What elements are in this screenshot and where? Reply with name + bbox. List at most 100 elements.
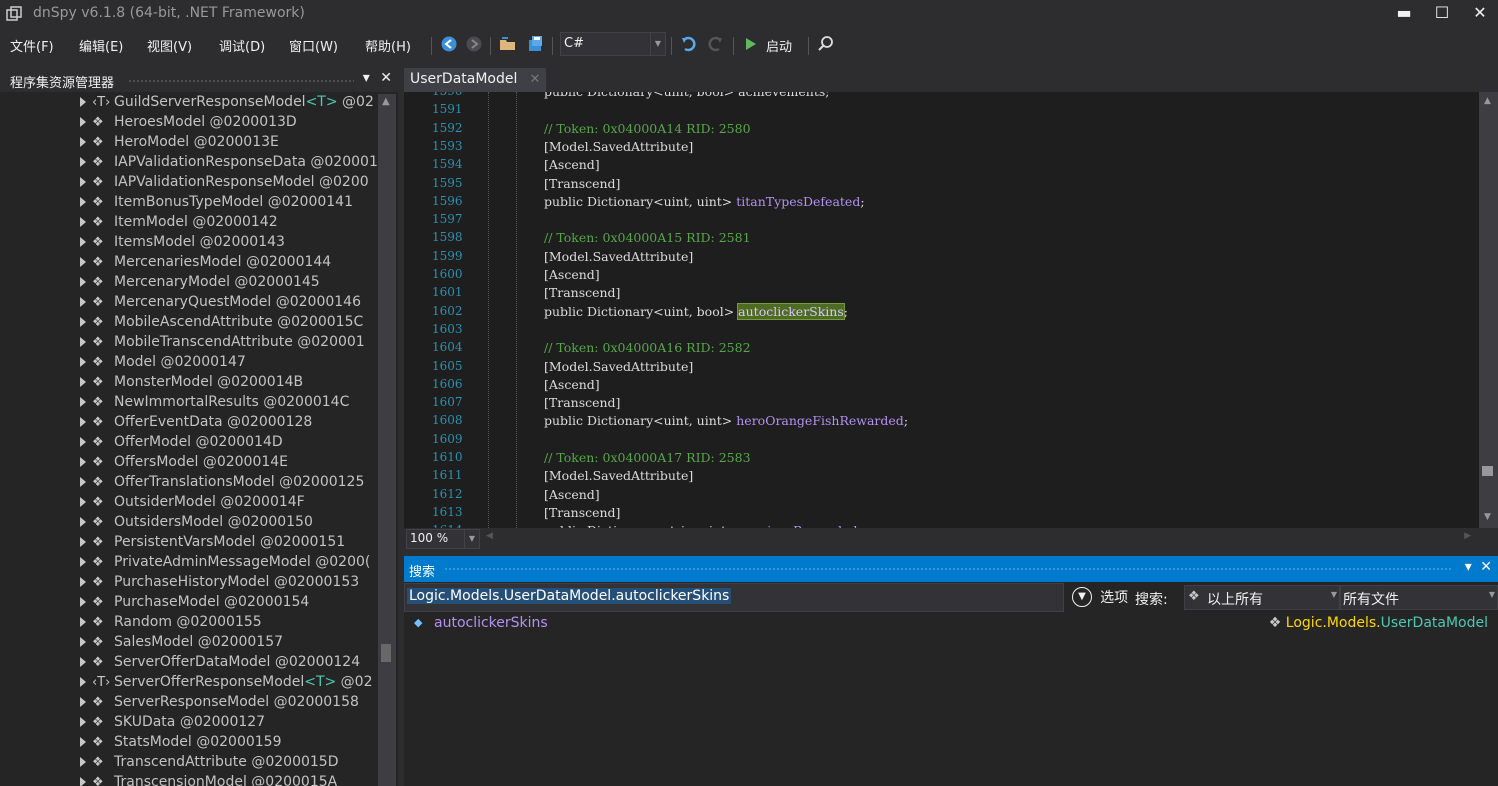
expand-arrow-icon[interactable] xyxy=(80,557,86,567)
scroll-thumb[interactable] xyxy=(1482,466,1493,476)
tree-node[interactable]: ❖ MercenaryModel @02000145 xyxy=(80,274,320,294)
search-scope-select[interactable]: ❖ 以上所有 ▼ xyxy=(1184,585,1340,610)
code-line[interactable]: public Dictionary<uint, uint> titanTypes… xyxy=(544,194,865,209)
tree-node[interactable]: ❖ MobileAscendAttribute @0200015C xyxy=(80,314,363,334)
panel-menu-icon[interactable]: ▾ xyxy=(363,70,370,86)
expand-arrow-icon[interactable] xyxy=(80,297,86,307)
expand-arrow-icon[interactable] xyxy=(80,237,86,247)
tree-node[interactable]: ❖ NewImmortalResults @0200014C xyxy=(80,394,349,414)
tree-node[interactable]: ❖ PurchaseModel @02000154 xyxy=(80,594,309,614)
maximize-button[interactable]: ☐ xyxy=(1424,0,1460,28)
tree-node[interactable]: ❖ OfferModel @0200014D xyxy=(80,434,283,454)
expand-arrow-icon[interactable] xyxy=(80,657,86,667)
code-line[interactable]: [Ascend] xyxy=(544,377,600,392)
field-identifier[interactable]: heroOrangeFishRewarded xyxy=(736,413,904,428)
tree-node[interactable]: ❖ OutsidersModel @02000150 xyxy=(80,514,313,534)
minimize-button[interactable]: ▬ xyxy=(1386,0,1422,28)
code-line[interactable]: [Model.SavedAttribute] xyxy=(544,139,693,154)
expand-arrow-icon[interactable] xyxy=(80,577,86,587)
tree-node[interactable]: ❖ IAPValidationResponseModel @0200 xyxy=(80,174,369,194)
tree-node[interactable]: ‹T› ServerOfferResponseModel<T> @02 xyxy=(80,674,373,694)
tree-node[interactable]: ❖ ItemBonusTypeModel @02000141 xyxy=(80,194,353,214)
tree-node[interactable]: ❖ HeroesModel @0200013D xyxy=(80,114,297,134)
expand-arrow-icon[interactable] xyxy=(80,477,86,487)
code-line[interactable]: [Model.SavedAttribute] xyxy=(544,359,693,374)
tree-node[interactable]: ❖ StatsModel @02000159 xyxy=(80,734,282,754)
tree-node[interactable]: ❖ OffersModel @0200014E xyxy=(80,454,288,474)
expand-arrow-icon[interactable] xyxy=(80,177,86,187)
code-line[interactable]: [Transcend] xyxy=(544,285,620,300)
expand-arrow-icon[interactable] xyxy=(80,717,86,727)
expand-arrow-icon[interactable] xyxy=(80,757,86,767)
expand-arrow-icon[interactable] xyxy=(80,777,86,786)
code-line[interactable]: [Ascend] xyxy=(544,157,600,172)
expand-arrow-icon[interactable] xyxy=(80,377,86,387)
expand-arrow-icon[interactable] xyxy=(80,537,86,547)
code-line[interactable]: [Transcend] xyxy=(544,505,620,520)
expand-arrow-icon[interactable] xyxy=(80,437,86,447)
menu-help[interactable]: 帮助(H) xyxy=(365,36,411,55)
search-input[interactable]: Logic.Models.UserDataModel.autoclickerSk… xyxy=(404,583,1064,612)
expand-arrow-icon[interactable] xyxy=(80,357,86,367)
tree-node[interactable]: ❖ HeroModel @0200013E xyxy=(80,134,279,154)
tree-node[interactable]: ❖ OutsiderModel @0200014F xyxy=(80,494,305,514)
open-folder-icon[interactable] xyxy=(499,35,517,53)
expand-arrow-icon[interactable] xyxy=(80,337,86,347)
code-line[interactable]: public Dictionary<uint, bool> autoclicke… xyxy=(544,302,848,320)
tree-node[interactable]: ❖ ServerOfferDataModel @02000124 xyxy=(80,654,360,674)
tree-node[interactable]: ❖ SKUData @02000127 xyxy=(80,714,265,734)
menu-window[interactable]: 窗口(W) xyxy=(289,36,338,55)
expand-arrow-icon[interactable] xyxy=(80,637,86,647)
forward-icon[interactable] xyxy=(465,35,483,53)
menu-file[interactable]: 文件(F) xyxy=(10,36,54,55)
redo-icon[interactable] xyxy=(706,35,724,53)
tree-node[interactable]: ❖ OfferTranslationsModel @02000125 xyxy=(80,474,364,494)
tree-node[interactable]: ❖ ItemModel @02000142 xyxy=(80,214,278,234)
expand-arrow-icon[interactable] xyxy=(80,497,86,507)
expand-arrow-icon[interactable] xyxy=(80,157,86,167)
field-identifier[interactable]: autoclickerSkins xyxy=(737,302,845,320)
tree-node[interactable]: ❖ Random @02000155 xyxy=(80,614,262,634)
code-editor[interactable]: 1590 public Dictionary<uint, bool> achiev… xyxy=(404,92,1479,528)
search-result-row[interactable]: ◆ autoclickerSkins ❖ Logic.Models.UserDa… xyxy=(404,613,1498,635)
expand-arrow-icon[interactable] xyxy=(80,197,86,207)
start-debug-button[interactable]: 启动 xyxy=(766,36,792,55)
scroll-right-icon[interactable]: ▶ xyxy=(1464,531,1471,541)
tree-node[interactable]: ❖ IAPValidationResponseData @020001 xyxy=(80,154,378,174)
expand-arrow-icon[interactable] xyxy=(80,457,86,467)
field-identifier[interactable]: titanTypesDefeated xyxy=(736,194,860,209)
expand-arrow-icon[interactable] xyxy=(80,737,86,747)
code-line[interactable]: // Token: 0x04000A15 RID: 2581 xyxy=(544,230,751,245)
tree-node[interactable]: ❖ MercenariesModel @02000144 xyxy=(80,254,331,274)
code-line[interactable]: [Transcend] xyxy=(544,395,620,410)
tree-node[interactable]: ❖ MercenaryQuestModel @02000146 xyxy=(80,294,361,314)
tree-node[interactable]: ❖ Model @02000147 xyxy=(80,354,246,374)
tree-node[interactable]: ❖ PrivateAdminMessageModel @0200( xyxy=(80,554,370,574)
tree-node[interactable]: ❖ TranscendAttribute @0200015D xyxy=(80,754,338,774)
expand-arrow-icon[interactable] xyxy=(80,117,86,127)
search-files-select[interactable]: 所有文件 ▼ xyxy=(1340,585,1498,610)
code-line[interactable]: [Transcend] xyxy=(544,176,620,191)
code-line[interactable]: [Model.SavedAttribute] xyxy=(544,249,693,264)
tab-userdatamodel[interactable]: UserDataModel ✕ xyxy=(404,68,547,92)
expand-arrow-icon[interactable] xyxy=(80,217,86,227)
save-all-icon[interactable] xyxy=(526,35,544,53)
scroll-left-icon[interactable]: ◀ xyxy=(486,531,493,541)
tree-node[interactable]: ‹T› GuildServerResponseModel<T> @02 xyxy=(80,94,374,114)
expand-arrow-icon[interactable] xyxy=(80,257,86,267)
expand-arrow-icon[interactable] xyxy=(80,97,86,107)
expand-arrow-icon[interactable] xyxy=(80,137,86,147)
menu-debug[interactable]: 调试(D) xyxy=(219,36,265,55)
options-button[interactable]: ▼ 选项 xyxy=(1072,587,1128,607)
tree-node[interactable]: ❖ ServerResponseModel @02000158 xyxy=(80,694,359,714)
code-line[interactable]: // Token: 0x04000A14 RID: 2580 xyxy=(544,121,751,136)
code-line[interactable]: public Dictionary<uint, bool> achievemen… xyxy=(544,92,829,99)
tree-node[interactable]: ❖ MobileTranscendAttribute @020001 xyxy=(80,334,365,354)
tree-node[interactable]: ❖ MonsterModel @0200014B xyxy=(80,374,303,394)
editor-scrollbar[interactable]: ▲ ▼ xyxy=(1479,92,1498,528)
code-line[interactable]: [Model.SavedAttribute] xyxy=(544,468,693,483)
tree-node[interactable]: ❖ SalesModel @02000157 xyxy=(80,634,283,654)
tree-node[interactable]: ❖ PurchaseHistoryModel @02000153 xyxy=(80,574,359,594)
expand-arrow-icon[interactable] xyxy=(80,397,86,407)
scroll-up-icon[interactable]: ▲ xyxy=(382,96,390,107)
